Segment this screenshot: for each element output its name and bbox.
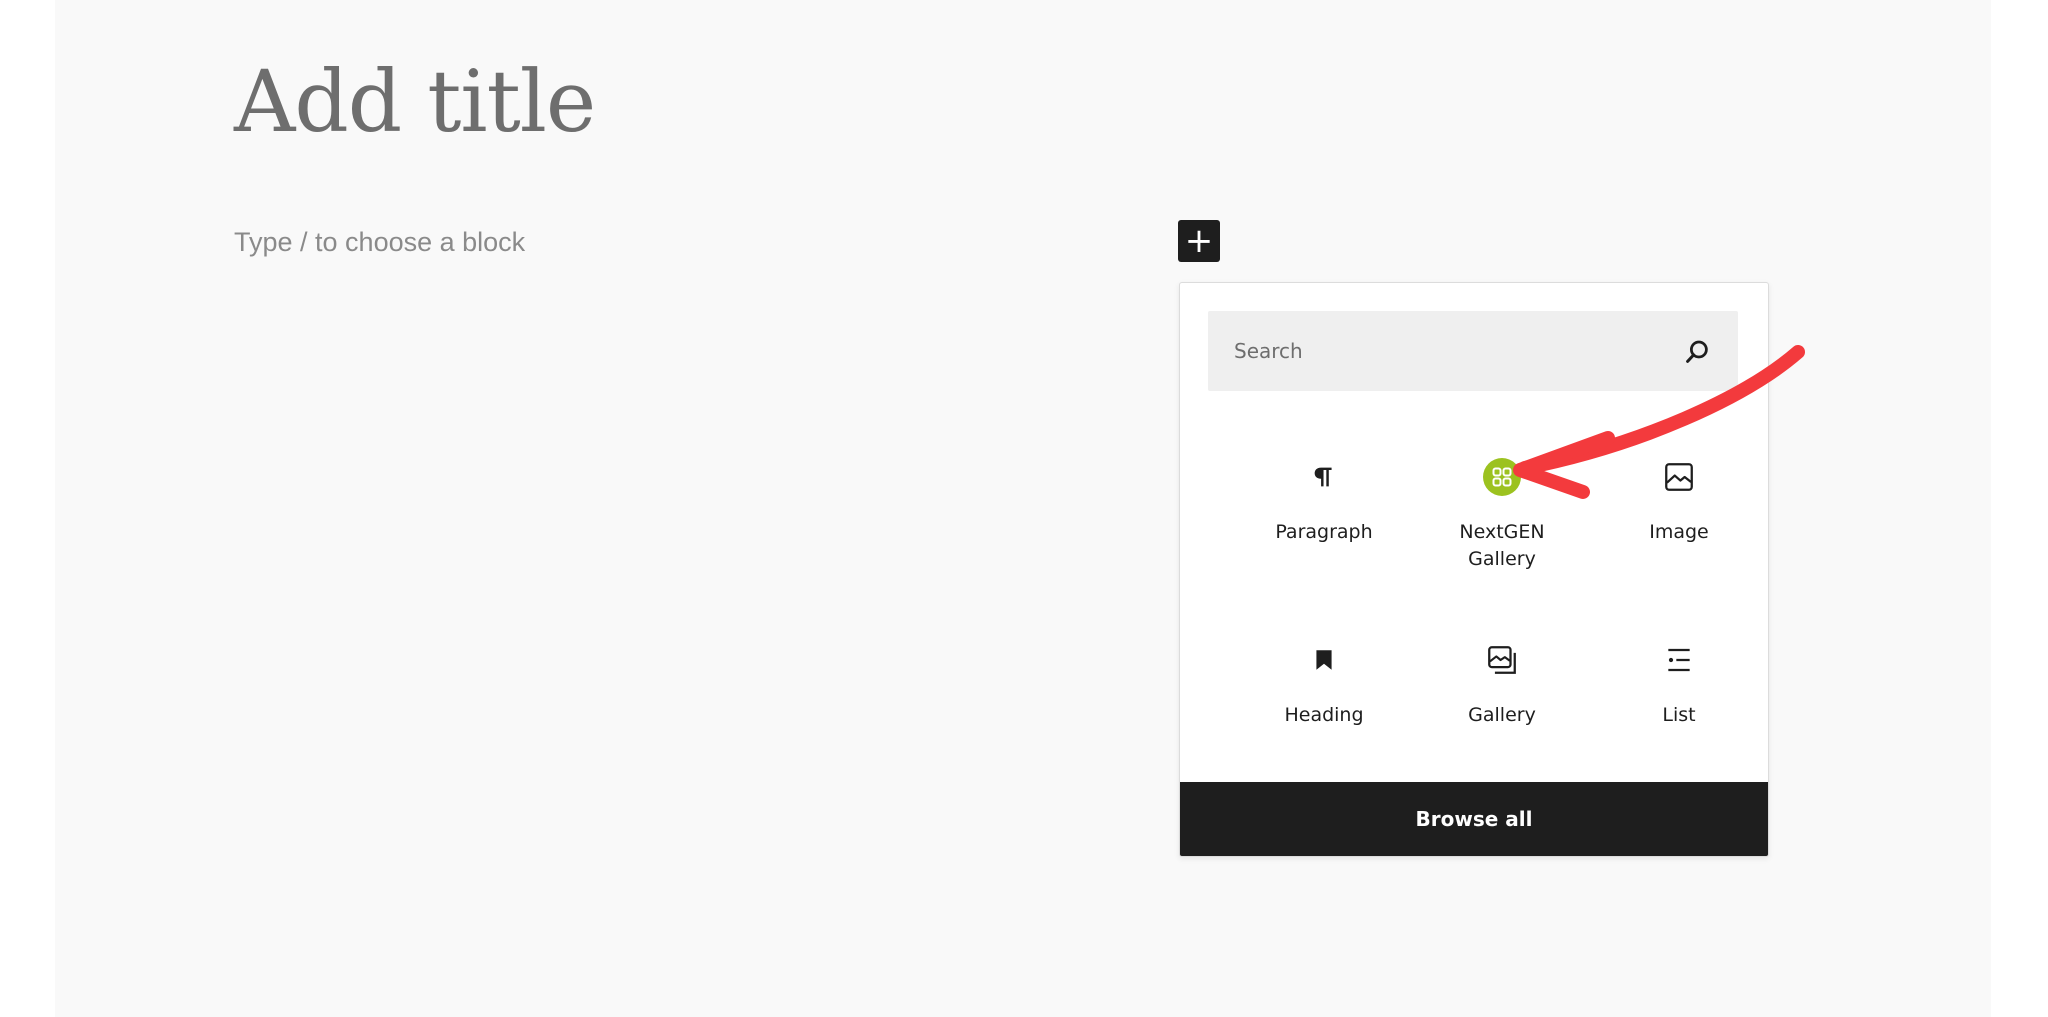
image-icon (1659, 457, 1699, 497)
gallery-icon (1482, 640, 1522, 680)
block-item-list[interactable]: List (1604, 640, 1754, 780)
block-item-image[interactable]: Image (1604, 457, 1754, 597)
block-item-label: Heading (1284, 704, 1364, 726)
block-item-nextgen-gallery[interactable]: NextGEN Gallery (1427, 457, 1577, 597)
block-item-heading[interactable]: Heading (1249, 640, 1399, 780)
block-item-label: Image (1649, 521, 1709, 543)
post-title-field[interactable]: Add title (234, 52, 596, 154)
heading-bookmark-icon (1304, 640, 1344, 680)
block-item-label: Gallery (1468, 704, 1536, 726)
block-item-paragraph[interactable]: Paragraph (1249, 457, 1399, 597)
block-item-label: Paragraph (1275, 521, 1373, 543)
plus-icon: + (1184, 221, 1214, 261)
search-icon[interactable] (1682, 337, 1712, 367)
block-search-box (1208, 311, 1738, 391)
nextgen-gallery-icon (1482, 457, 1522, 497)
paragraph-icon (1304, 457, 1344, 497)
block-inserter-toggle-button[interactable]: + (1178, 220, 1220, 262)
block-item-label: List (1662, 704, 1696, 726)
block-item-gallery[interactable]: Gallery (1427, 640, 1577, 780)
block-item-label: NextGEN Gallery (1459, 521, 1545, 570)
block-search-input[interactable] (1208, 311, 1648, 391)
browse-all-button[interactable]: Browse all (1180, 782, 1768, 856)
quick-inserter-popover: Paragraph NextGEN Gallery Image (1179, 282, 1769, 857)
block-appender-placeholder[interactable]: Type / to choose a block (234, 227, 525, 258)
list-icon (1659, 640, 1699, 680)
